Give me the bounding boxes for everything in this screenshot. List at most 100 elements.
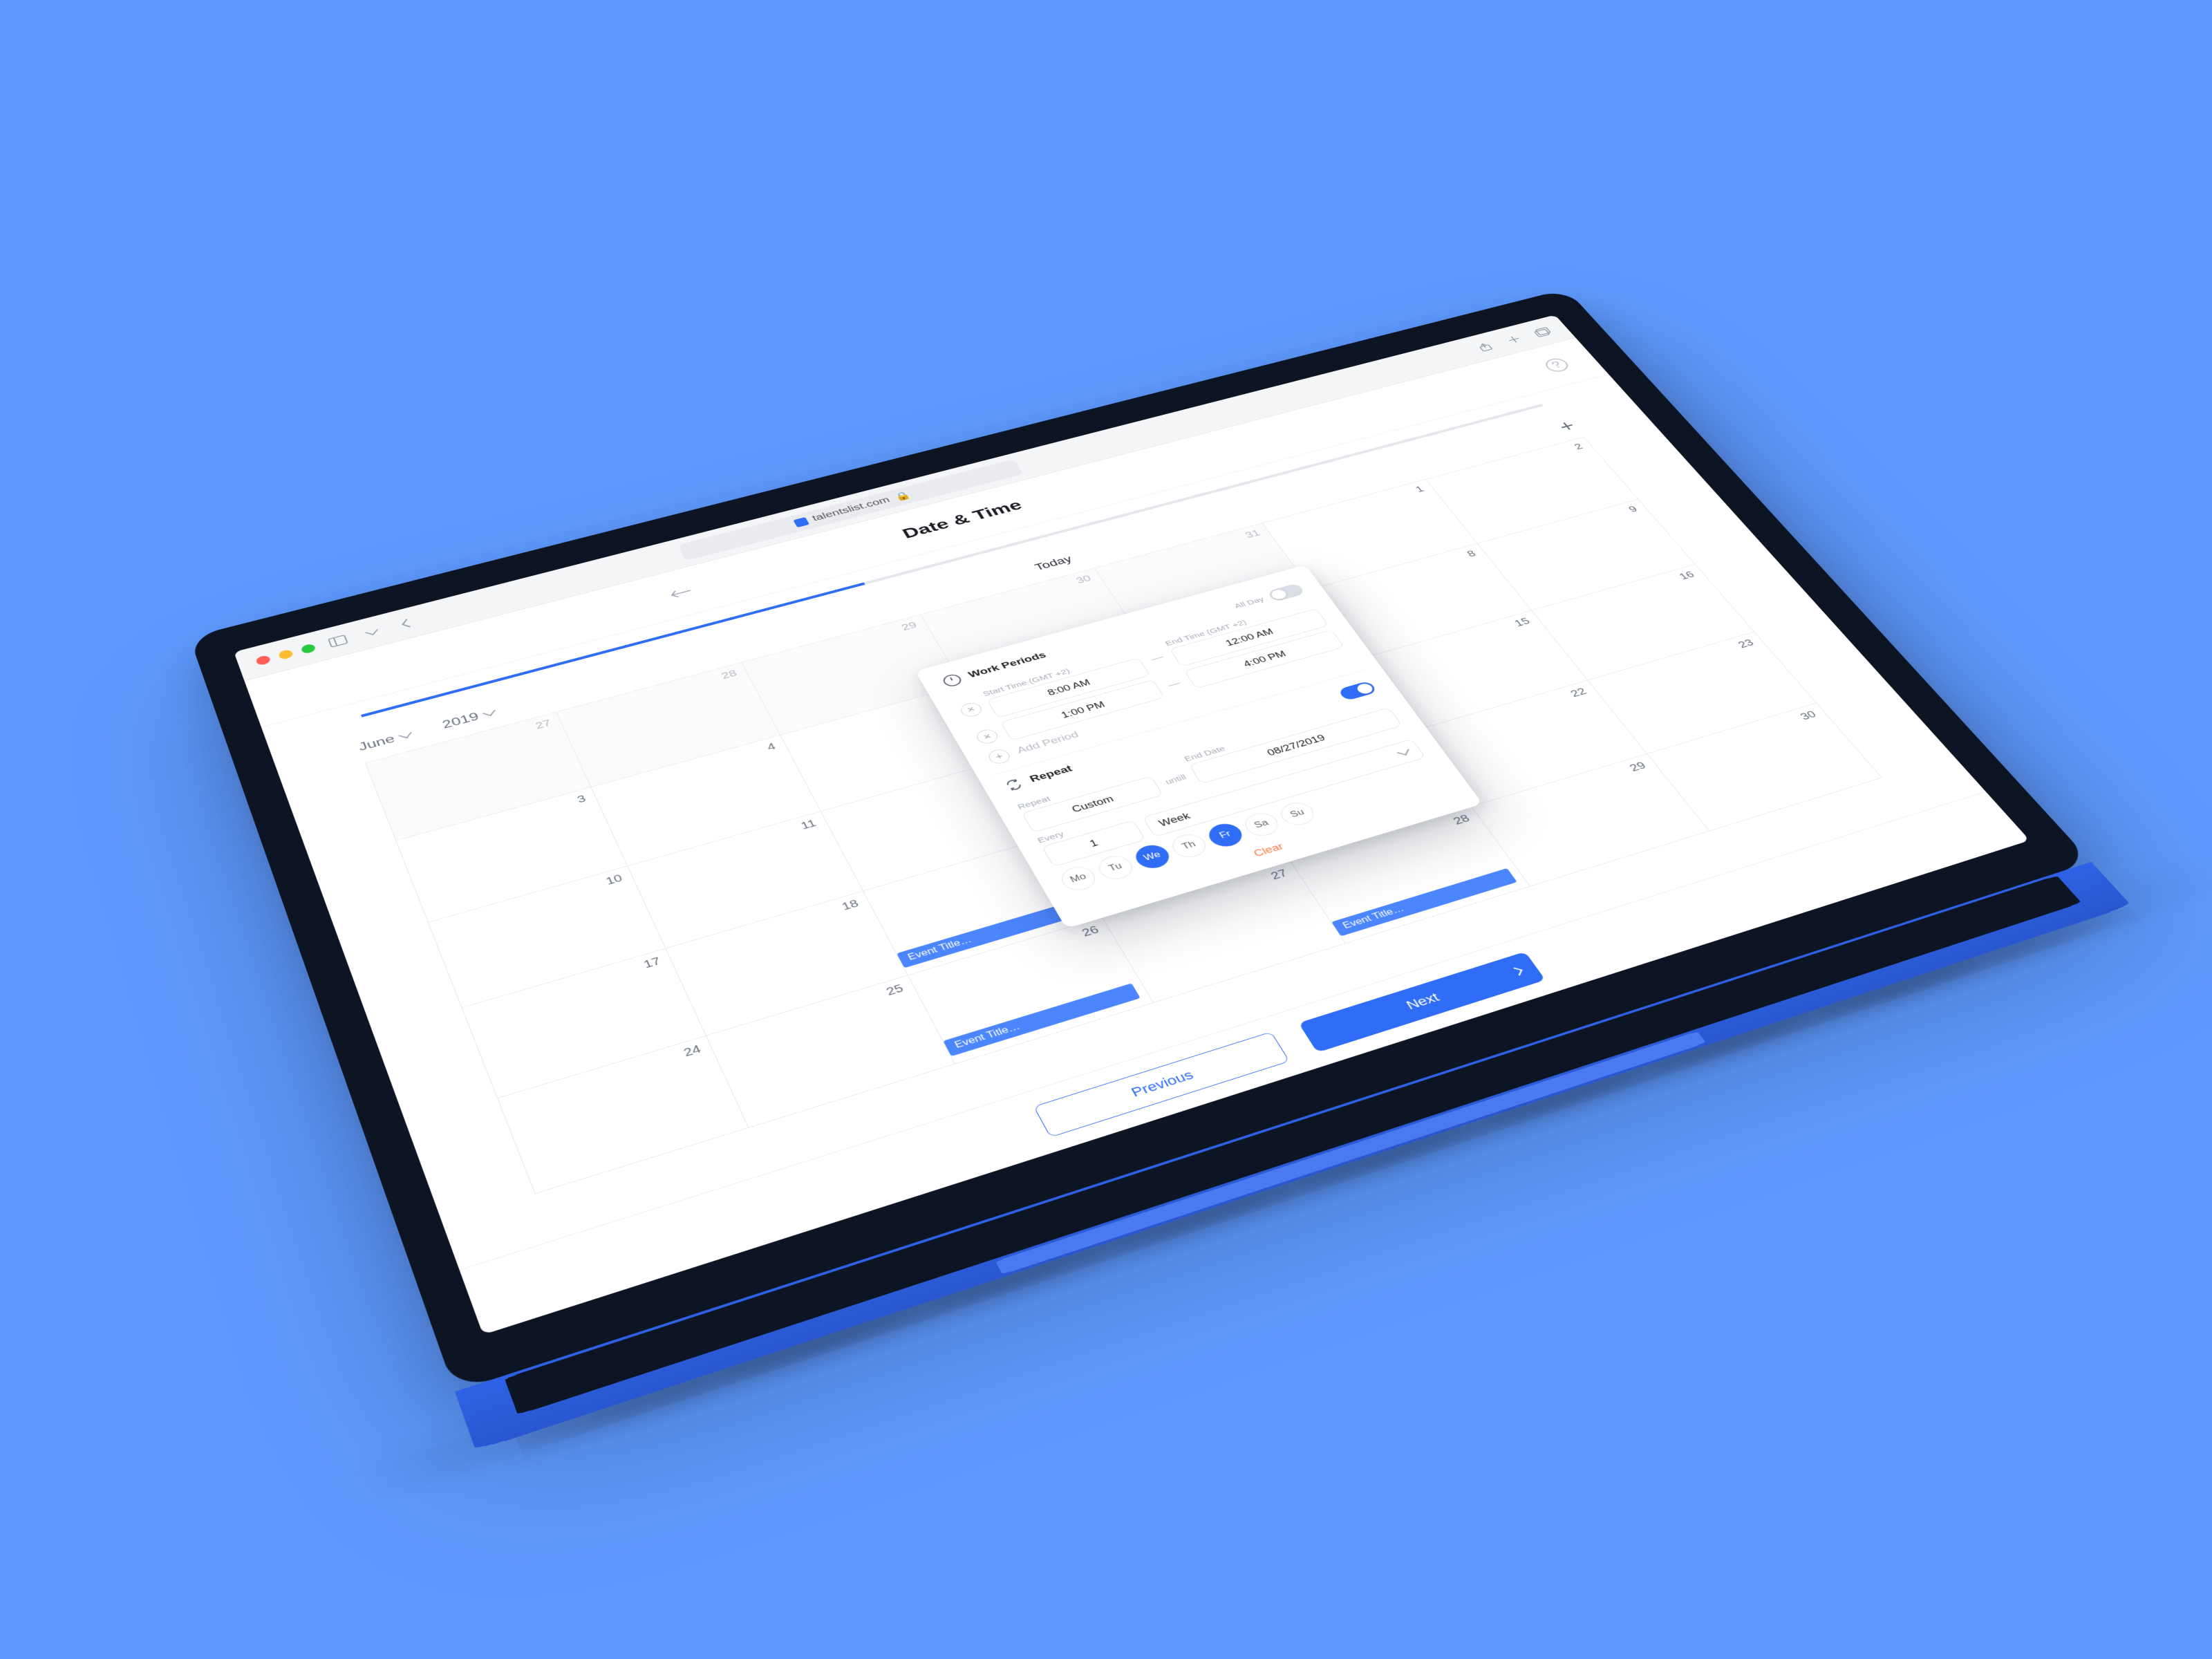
- day-number: 4: [765, 741, 778, 753]
- site-favicon-icon: [793, 517, 809, 527]
- day-number: 30: [1798, 709, 1819, 723]
- clear-button[interactable]: Clear: [1074, 791, 1456, 912]
- calendar-day[interactable]: 17: [462, 948, 707, 1098]
- day-number: 9: [1627, 505, 1640, 515]
- day-chip-su[interactable]: Su: [1276, 799, 1320, 828]
- help-icon[interactable]: ?: [1542, 357, 1572, 373]
- browser-back-icon[interactable]: [392, 614, 420, 633]
- day-number: 25: [884, 982, 906, 998]
- day-chip-fr[interactable]: Fr: [1203, 821, 1247, 850]
- calendar-day[interactable]: 18: [666, 891, 908, 1035]
- all-day-label: All Day: [1232, 595, 1266, 610]
- every-unit-select[interactable]: Week: [1143, 739, 1426, 837]
- every-count-input[interactable]: 1: [1042, 820, 1146, 867]
- until-label: untill: [1163, 773, 1192, 792]
- calendar-day[interactable]: 3: [396, 787, 628, 923]
- day-number: 16: [1677, 570, 1697, 582]
- calendar-day[interactable]: 20: [1054, 782, 1291, 917]
- day-number: 29: [1627, 760, 1649, 774]
- day-number: 27: [1268, 868, 1290, 883]
- calendar-day[interactable]: 26 Event Title…: [908, 917, 1154, 1064]
- next-button[interactable]: Next: [1298, 951, 1545, 1052]
- day-number: 12: [986, 765, 1006, 778]
- day-number: 27: [534, 718, 553, 732]
- share-icon[interactable]: [1471, 339, 1499, 355]
- previous-button[interactable]: Previous: [1033, 1031, 1290, 1137]
- today-button[interactable]: Today: [1033, 554, 1074, 573]
- repeat-type-select[interactable]: Custom: [1022, 776, 1163, 832]
- calendar-day[interactable]: 11: [628, 812, 864, 949]
- laptop-keyboard: [455, 862, 2131, 1451]
- add-event-button[interactable]: +: [1554, 417, 1580, 435]
- day-number: 24: [682, 1043, 703, 1060]
- day-number: 28: [720, 668, 739, 682]
- year-label: 2019: [440, 711, 481, 732]
- day-number: 2: [1573, 442, 1586, 452]
- add-period-icon[interactable]: +: [986, 747, 1013, 766]
- lock-icon: 🔒: [892, 489, 913, 503]
- window-zoom-icon[interactable]: [300, 643, 317, 654]
- day-number: 31: [1244, 528, 1263, 540]
- calendar-day[interactable]: 12: [821, 758, 1054, 891]
- remove-period-icon[interactable]: ×: [958, 701, 984, 719]
- back-arrow-icon[interactable]: [668, 585, 694, 599]
- day-number: 11: [799, 818, 818, 832]
- window-close-icon[interactable]: [255, 655, 272, 666]
- new-tab-icon[interactable]: [1500, 332, 1528, 348]
- arrow-right-icon: [1511, 967, 1522, 975]
- calendar-day[interactable]: 24: [498, 1035, 749, 1193]
- tabs-overview-icon[interactable]: [1528, 324, 1556, 339]
- repeat-days-row: MoTuWeThFrSaSu: [1057, 762, 1444, 894]
- chevron-down-icon: [482, 708, 496, 716]
- calendar-day[interactable]: 19 Event Title…: [863, 836, 1103, 975]
- remove-period-icon[interactable]: ×: [974, 728, 1001, 746]
- repeat-toggle[interactable]: [1338, 680, 1378, 701]
- calendar-day[interactable]: 21Event Title…: [1238, 731, 1472, 861]
- calendar-event[interactable]: Event Title…: [1277, 789, 1459, 854]
- calendar-event[interactable]: Event Title…: [897, 899, 1089, 968]
- day-chip-tu[interactable]: Tu: [1094, 852, 1138, 883]
- calendar-day[interactable]: 27: [1103, 861, 1346, 1003]
- clock-icon: [941, 673, 964, 688]
- day-chip-we[interactable]: We: [1131, 842, 1174, 872]
- day-number: 19: [1031, 843, 1052, 857]
- day-number: 26: [1080, 924, 1101, 939]
- all-day-toggle[interactable]: [1266, 583, 1305, 602]
- day-number: 30: [1074, 574, 1094, 586]
- day-number: 23: [1736, 638, 1756, 651]
- chevron-down-icon: [1397, 747, 1409, 756]
- calendar-day[interactable]: 4: [592, 735, 821, 865]
- repeat-heading: Repeat: [1003, 763, 1075, 792]
- day-chip-th[interactable]: Th: [1168, 831, 1211, 861]
- year-dropdown[interactable]: 2019: [440, 706, 497, 731]
- end-date-input[interactable]: 08/27/2019: [1188, 707, 1402, 784]
- repeat-type-label: Repeat: [1016, 767, 1150, 812]
- day-chip-mo[interactable]: Mo: [1057, 863, 1100, 894]
- calendar-day[interactable]: 10: [429, 866, 666, 1009]
- day-chip-sa[interactable]: Sa: [1240, 809, 1284, 838]
- every-label: Every: [1036, 811, 1132, 845]
- calendar-event[interactable]: Event Title…: [1331, 868, 1517, 937]
- day-number: 3: [576, 794, 588, 806]
- sidebar-toggle-icon[interactable]: [324, 631, 352, 650]
- window-minimize-icon[interactable]: [277, 648, 294, 660]
- window-traffic-lights[interactable]: [255, 643, 317, 666]
- range-dash: —: [1165, 677, 1184, 691]
- calendar-day[interactable]: 25: [707, 975, 956, 1127]
- day-number: 29: [900, 620, 919, 632]
- day-number: 8: [1465, 549, 1478, 559]
- calendar-event[interactable]: Event Title…: [943, 983, 1141, 1056]
- day-number: 1: [1414, 485, 1427, 494]
- day-number: 10: [604, 872, 624, 888]
- month-dropdown[interactable]: June: [357, 729, 413, 754]
- range-dash: —: [1147, 652, 1167, 664]
- day-number: 17: [642, 955, 663, 971]
- chevron-down-icon[interactable]: [358, 623, 386, 642]
- day-number: 22: [1568, 686, 1589, 700]
- day-number: 28: [1451, 813, 1472, 827]
- day-number: 15: [1512, 616, 1533, 628]
- wizard-footer: Previous Next: [459, 791, 2030, 1335]
- calendar-day[interactable]: 29: [1472, 754, 1709, 886]
- calendar-day[interactable]: 28 Event Title…: [1291, 807, 1531, 944]
- month-label: June: [357, 733, 397, 754]
